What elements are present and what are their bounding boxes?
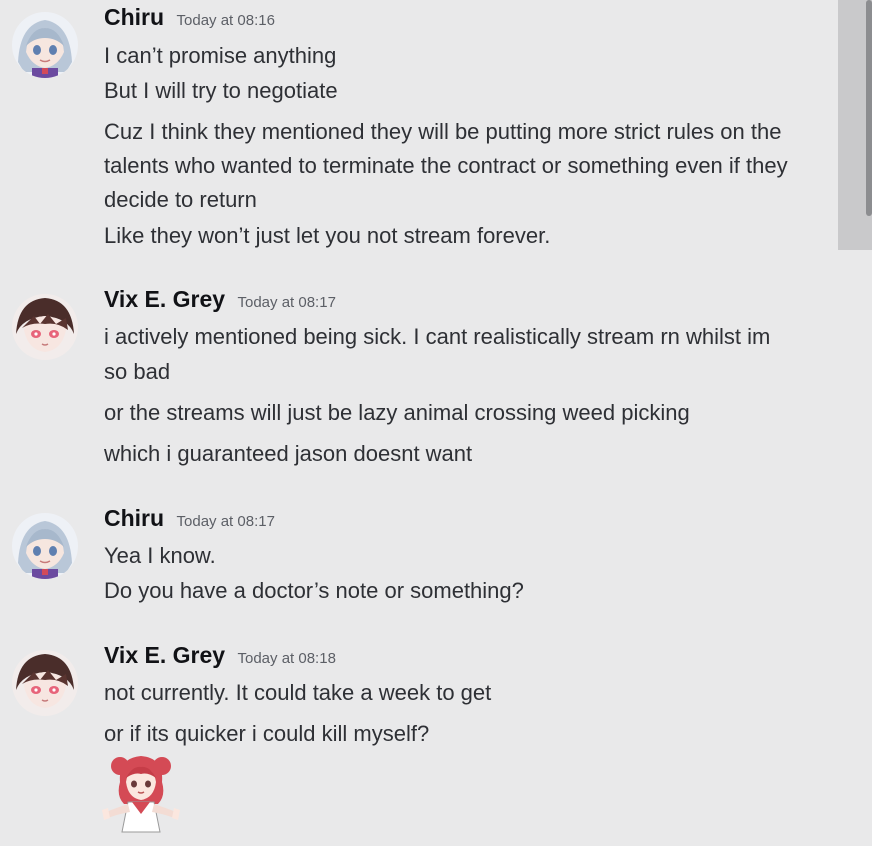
- message-text: Like they won’t just let you not stream …: [104, 223, 551, 248]
- message-text: talents who wanted to terminate the cont…: [104, 153, 788, 178]
- avatar[interactable]: [12, 513, 78, 579]
- author-name[interactable]: Chiru: [104, 4, 164, 30]
- chat-messages: Chiru Today at 08:16 I can’t promise any…: [0, 0, 872, 846]
- message-text: or the streams will just be lazy animal …: [104, 400, 690, 425]
- message-text: decide to return: [104, 187, 257, 212]
- message-text: But I will try to negotiate: [104, 78, 338, 103]
- timestamp[interactable]: Today at 08:18: [238, 650, 336, 667]
- timestamp[interactable]: Today at 08:17: [177, 513, 275, 530]
- message-text: i actively mentioned being sick. I cant …: [104, 324, 771, 349]
- avatar[interactable]: [12, 12, 78, 78]
- author-name[interactable]: Vix E. Grey: [104, 286, 225, 312]
- message-text: Cuz I think they mentioned they will be …: [104, 119, 782, 144]
- timestamp[interactable]: Today at 08:17: [238, 294, 336, 311]
- message-header: Chiru Today at 08:16: [104, 4, 275, 44]
- message-text: I can’t promise anything: [104, 43, 337, 68]
- message-text: which i guaranteed jason doesnt want: [104, 441, 473, 466]
- avatar[interactable]: [12, 650, 78, 716]
- author-name[interactable]: Chiru: [104, 505, 164, 531]
- timestamp[interactable]: Today at 08:16: [177, 12, 275, 29]
- message-text: Yea I know.: [104, 543, 216, 568]
- message-text: not currently. It could take a week to g…: [104, 680, 492, 705]
- author-name[interactable]: Vix E. Grey: [104, 642, 225, 668]
- message-text: or if its quicker i could kill myself?: [104, 721, 430, 746]
- message-text: so bad: [104, 359, 171, 384]
- anime-girl-shrug-sticker[interactable]: [98, 752, 184, 838]
- message-text: Do you have a doctor’s note or something…: [104, 578, 524, 603]
- avatar[interactable]: [12, 294, 78, 360]
- scrollbar-thumb[interactable]: [866, 0, 872, 216]
